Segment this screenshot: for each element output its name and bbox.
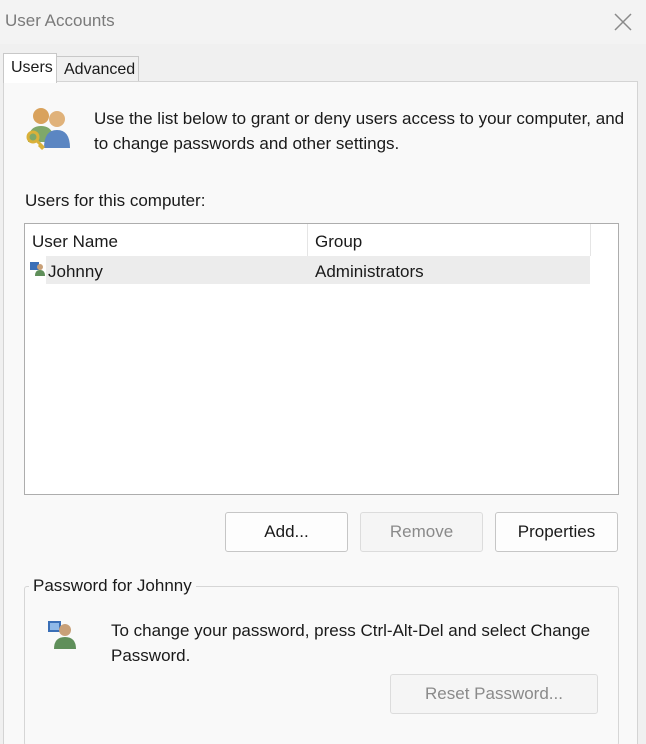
tab-advanced[interactable]: Advanced	[57, 56, 139, 82]
user-accounts-window: User Accounts Users Advanced Use the lis…	[0, 0, 646, 744]
column-header-user-name[interactable]: User Name	[25, 224, 308, 256]
reset-password-button[interactable]: Reset Password...	[390, 674, 598, 714]
remove-button[interactable]: Remove	[360, 512, 483, 552]
user-password-icon	[48, 621, 76, 649]
password-instructions: To change your password, press Ctrl-Alt-…	[111, 621, 591, 665]
row-group: Administrators	[315, 262, 424, 281]
add-button[interactable]: Add...	[225, 512, 348, 552]
title-bar: User Accounts	[0, 0, 646, 44]
close-icon	[614, 13, 632, 31]
users-key-icon	[26, 108, 70, 151]
intro-text: Use the list below to grant or deny user…	[94, 109, 625, 153]
row-user-name: Johnny	[48, 262, 103, 281]
close-button[interactable]	[600, 0, 646, 44]
tab-users-label: Users	[11, 59, 53, 76]
tab-advanced-label: Advanced	[64, 61, 136, 78]
users-listview[interactable]: User Name Group Johnny Administrators	[24, 223, 619, 495]
properties-button[interactable]: Properties	[495, 512, 618, 552]
column-header-group[interactable]: Group	[308, 224, 591, 256]
tab-users[interactable]: Users	[3, 53, 57, 83]
password-group-label: Password for Johnny	[29, 576, 196, 596]
window-title: User Accounts	[5, 11, 115, 30]
user-icon	[30, 262, 45, 276]
users-list-label: Users for this computer:	[25, 191, 206, 210]
